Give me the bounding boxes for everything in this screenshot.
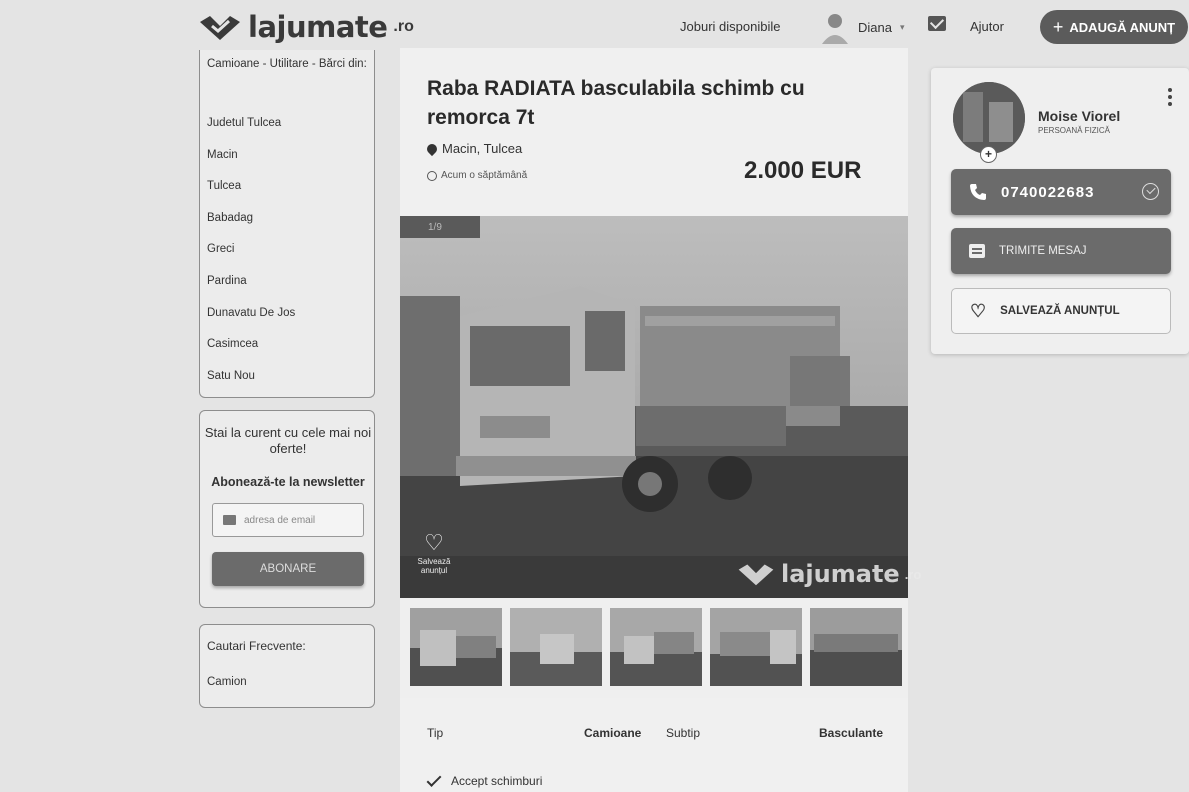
- seller-avatar[interactable]: [953, 82, 1025, 154]
- send-message-label: TRIMITE MESAJ: [999, 245, 1087, 257]
- chevron-down-icon: ▾: [899, 21, 905, 32]
- ad-title: Raba RADIATA basculabila schimb cu remor…: [427, 77, 805, 129]
- location-link[interactable]: Greci: [207, 243, 295, 275]
- user-avatar-icon: [822, 14, 848, 44]
- seller-name[interactable]: Moise Viorel: [1038, 108, 1120, 124]
- ad-price: 2.000 EUR: [744, 157, 862, 184]
- location-link[interactable]: Tulcea: [207, 180, 295, 212]
- logo-tld: .ro: [393, 18, 414, 35]
- watermark-text: lajumate: [781, 560, 900, 588]
- site-header: lajumate .ro Joburi disponibile Diana ▾ A…: [0, 0, 1189, 52]
- logo-icon: [200, 16, 240, 40]
- spec-subtip-label: Subtip: [666, 726, 701, 740]
- location-link[interactable]: Macin: [207, 149, 295, 181]
- ad-posted-time: Acum o săptămână: [427, 170, 527, 181]
- location-link[interactable]: Pardina: [207, 275, 295, 307]
- location-link[interactable]: Babadag: [207, 212, 295, 244]
- plus-icon: +: [1052, 16, 1064, 37]
- location-pin-icon: [424, 141, 440, 156]
- add-listing-button[interactable]: + ADAUGĂ ANUNȚ: [1040, 10, 1188, 44]
- mail-icon: [223, 515, 236, 525]
- logo-text: lajumate: [248, 10, 388, 44]
- ad-location-text: Macin, Tulcea: [442, 141, 523, 156]
- phone-button[interactable]: 0740022683: [951, 169, 1171, 215]
- location-link[interactable]: Casimcea: [207, 338, 295, 370]
- location-link[interactable]: Dunavatu De Jos: [207, 307, 295, 339]
- plus-icon[interactable]: +: [980, 146, 997, 163]
- location-filter-box: Camioane - Utilitare - Bărci din: Judetu…: [199, 50, 375, 398]
- spec-tip-value: Camioane: [584, 726, 642, 740]
- photo-thumbnail[interactable]: [510, 608, 602, 686]
- phone-icon: [970, 184, 986, 200]
- subscribe-button[interactable]: ABONARE: [212, 552, 364, 586]
- newsletter-title: Stai la curent cu cele mai noi oferte!: [204, 425, 372, 456]
- save-ad-label: SALVEAZĂ ANUNȚUL: [1000, 305, 1120, 317]
- photo-thumbnail[interactable]: [610, 608, 702, 686]
- phone-number: 0740022683: [1001, 183, 1095, 201]
- ad-posted-text: Acum o săptămână: [441, 170, 528, 181]
- spec-tip-label: Tip: [427, 726, 444, 740]
- mail-icon[interactable]: [928, 16, 946, 31]
- photo-thumbnail[interactable]: [710, 608, 802, 686]
- add-listing-label: ADAUGĂ ANUNȚ: [1069, 19, 1176, 35]
- email-field[interactable]: adresa de email: [212, 503, 364, 537]
- heart-icon: ♡: [970, 300, 987, 321]
- spec-subtip-value: Basculante: [819, 726, 884, 740]
- check-icon: [426, 771, 442, 787]
- watermark-tld: .ro: [904, 566, 922, 582]
- newsletter-subtitle: Abonează-te la newsletter: [211, 475, 365, 489]
- category-heading: Camioane - Utilitare - Bărci din:: [207, 58, 367, 70]
- user-menu[interactable]: Diana ▾: [820, 10, 905, 44]
- clock-icon: [427, 170, 437, 181]
- seller-type: PERSOANĂ FIZICĂ: [1038, 126, 1111, 135]
- newsletter-box: Stai la curent cu cele mai noi oferte! A…: [199, 410, 375, 608]
- photo-thumbnail[interactable]: [810, 608, 902, 686]
- message-icon: [969, 244, 985, 258]
- kebab-menu-icon[interactable]: [1164, 88, 1176, 110]
- heart-icon: ♡: [424, 530, 444, 555]
- frequent-searches-title: Cautari Frecvente:: [207, 639, 306, 653]
- email-placeholder: adresa de email: [244, 514, 316, 526]
- main-photo[interactable]: [400, 216, 908, 598]
- truck-photo-image: [400, 216, 908, 598]
- save-ad-button[interactable]: ♡ SALVEAZĂ ANUNȚUL: [951, 288, 1171, 334]
- accept-exchanges-text: Accept schimburi: [451, 774, 543, 788]
- nav-jobs-link[interactable]: Joburi disponibile: [680, 19, 780, 34]
- thumbnail-strip: [400, 598, 908, 698]
- site-logo[interactable]: lajumate .ro: [198, 10, 414, 44]
- frequent-searches-box: Cautari Frecvente: Camion: [199, 624, 375, 708]
- save-ad-overlay-label: Salvează anunțul: [417, 557, 451, 575]
- check-circle-icon: [1142, 183, 1159, 200]
- location-list: Judetul Tulcea Macin Tulcea Babadag Grec…: [207, 117, 295, 401]
- watermark: lajumate .ro: [736, 560, 921, 588]
- send-message-button[interactable]: TRIMITE MESAJ: [951, 228, 1171, 274]
- frequent-search-link[interactable]: Camion: [207, 676, 247, 688]
- save-ad-overlay-button[interactable]: ♡ Salvează anunțul: [414, 530, 454, 576]
- ad-location: Macin, Tulcea: [424, 141, 523, 156]
- photo-counter: 1/9: [400, 216, 480, 238]
- location-link[interactable]: Satu Nou: [207, 370, 295, 402]
- location-link[interactable]: Judetul Tulcea: [207, 117, 295, 149]
- logo-watermark-icon: [738, 564, 774, 586]
- photo-thumbnail[interactable]: [410, 608, 502, 686]
- accept-exchanges: Accept schimburi: [426, 771, 543, 788]
- nav-help-link[interactable]: Ajutor: [970, 19, 1004, 34]
- user-name: Diana: [858, 19, 892, 35]
